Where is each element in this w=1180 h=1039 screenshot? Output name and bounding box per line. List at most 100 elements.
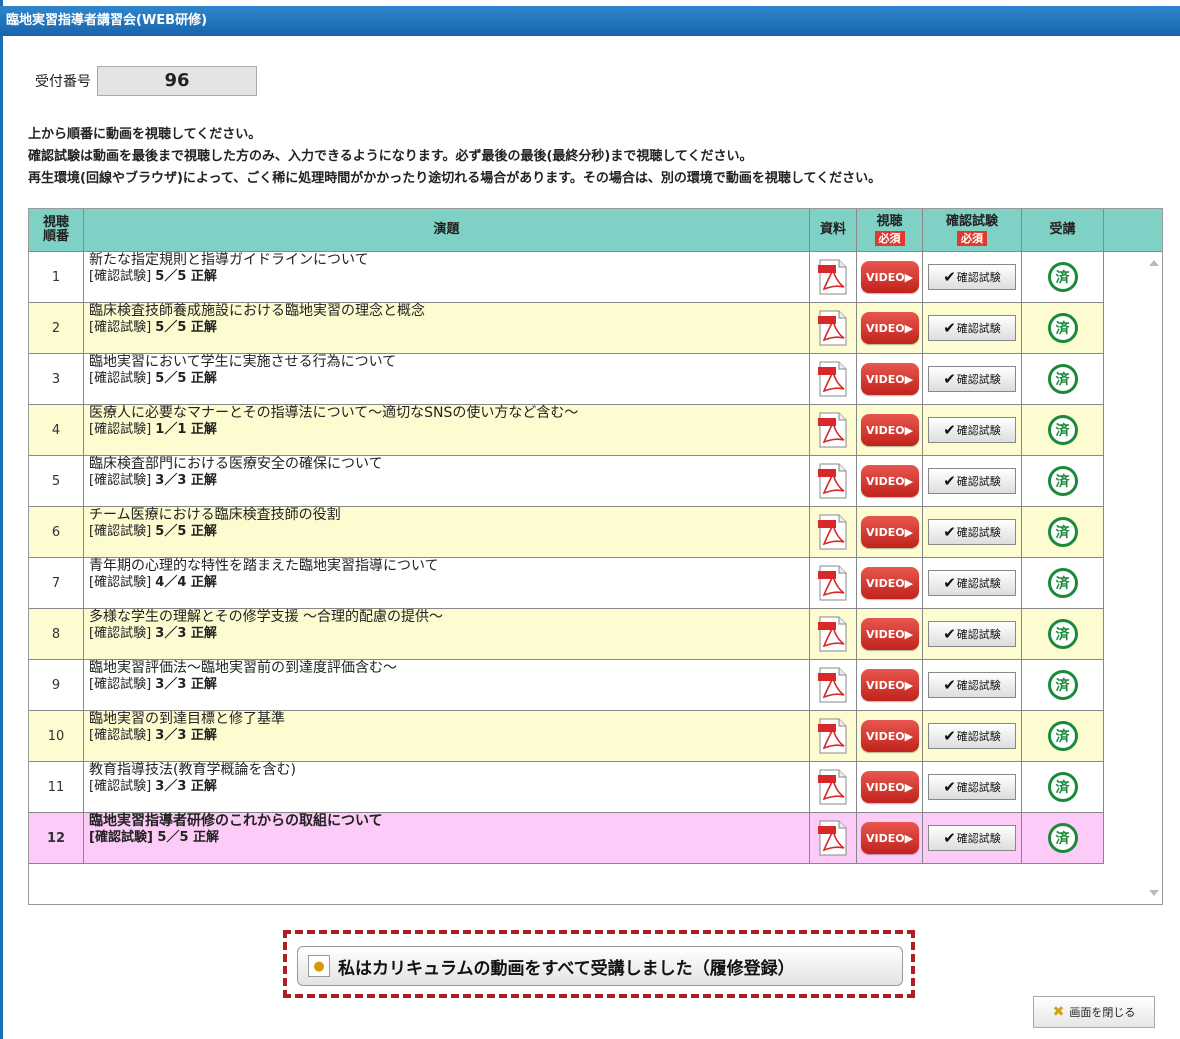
test-button[interactable]: ✔ 確認試験	[928, 672, 1016, 698]
test-button[interactable]: ✔ 確認試験	[928, 366, 1016, 392]
row-title-cell: 臨地実習評価法～臨地実習前の到達度評価含む～ [確認試験] 3／3 正解	[84, 660, 810, 710]
table-row: 11 教育指導技法(教育学概論を含む) [確認試験] 3／3 正解 VIDEO▶ ✔ 確認…	[29, 762, 1104, 813]
pdf-icon[interactable]	[818, 259, 848, 295]
pdf-icon[interactable]	[818, 361, 848, 397]
row-number: 11	[29, 762, 84, 812]
test-button-label: 確認試験	[956, 424, 1001, 437]
test-cell: ✔ 確認試験	[923, 762, 1022, 812]
pdf-icon[interactable]	[818, 310, 848, 346]
test-cell: ✔ 確認試験	[923, 660, 1022, 710]
test-score: 3／3 正解	[155, 626, 217, 641]
attend-cell: 済	[1022, 303, 1104, 353]
table-row: 3 臨地実習において学生に実施させる行為について [確認試験] 5／5 正解 VIDE…	[29, 354, 1104, 405]
header-title: 演題	[84, 209, 810, 251]
video-button[interactable]: VIDEO▶	[860, 516, 919, 548]
test-button[interactable]: ✔ 確認試験	[928, 621, 1016, 647]
window-left-border	[0, 0, 3, 1039]
row-title-cell: 臨床検査技師養成施設における臨地実習の理念と概念 [確認試験] 5／5 正解	[84, 303, 810, 353]
doc-cell	[810, 456, 857, 506]
test-score: 5／5 正解	[155, 320, 217, 335]
pdf-icon[interactable]	[818, 565, 848, 601]
test-button[interactable]: ✔ 確認試験	[928, 570, 1016, 596]
row-number: 5	[29, 456, 84, 506]
test-cell: ✔ 確認試験	[923, 558, 1022, 608]
test-button[interactable]: ✔ 確認試験	[928, 723, 1016, 749]
lecture-title: 臨地実習指導者研修のこれからの取組について	[89, 813, 383, 829]
test-score: 4／4 正解	[155, 575, 217, 590]
close-screen-button[interactable]: ✖ 画面を閉じる	[1033, 996, 1155, 1028]
pdf-icon[interactable]	[818, 769, 848, 805]
row-number: 10	[29, 711, 84, 761]
video-button[interactable]: VIDEO▶	[860, 312, 919, 344]
attend-cell: 済	[1022, 456, 1104, 506]
test-button-label: 確認試験	[956, 577, 1001, 590]
video-button[interactable]: VIDEO▶	[860, 567, 919, 599]
completed-badge: 済	[1047, 772, 1078, 802]
test-button[interactable]: ✔ 確認試験	[928, 417, 1016, 443]
close-icon: ✖	[1052, 1004, 1065, 1020]
table-row: 2 臨床検査技師養成施設における臨地実習の理念と概念 [確認試験] 5／5 正解 VI…	[29, 303, 1104, 354]
test-result: [確認試験] 5／5 正解	[89, 320, 217, 336]
doc-cell	[810, 813, 857, 863]
test-score: 3／3 正解	[155, 677, 217, 692]
video-button[interactable]: VIDEO▶	[860, 669, 919, 701]
lecture-title: 多様な学生の理解とその修学支援 ～合理的配慮の提供～	[89, 609, 444, 625]
test-result-prefix: [確認試験]	[89, 371, 152, 386]
test-button[interactable]: ✔ 確認試験	[928, 774, 1016, 800]
test-result: [確認試験] 5／5 正解	[89, 371, 217, 387]
video-button[interactable]: VIDEO▶	[860, 771, 919, 803]
doc-cell	[810, 609, 857, 659]
pdf-icon[interactable]	[818, 514, 848, 550]
test-result: [確認試験] 3／3 正解	[89, 473, 217, 489]
pdf-icon[interactable]	[818, 667, 848, 703]
video-button[interactable]: VIDEO▶	[860, 822, 919, 854]
video-button[interactable]: VIDEO▶	[860, 720, 919, 752]
table-row: 1 新たな指定規則と指導ガイドラインについて [確認試験] 5／5 正解 VIDEO▶…	[29, 252, 1104, 303]
complete-curriculum-button[interactable]: ● 私はカリキュラムの動画をすべて受講しました（履修登録）	[297, 946, 903, 986]
test-button-label: 確認試験	[956, 373, 1001, 386]
attend-cell: 済	[1022, 354, 1104, 404]
lecture-title: 青年期の心理的な特性を踏まえた臨地実習指導について	[89, 558, 439, 574]
attend-cell: 済	[1022, 507, 1104, 557]
curriculum-table: 視聴 順番 演題 資料 視聴 必須 確認試験 必須 受講 1 新たな指定規則と指導…	[28, 208, 1163, 905]
lecture-title: 臨床検査部門における医療安全の確保について	[89, 456, 383, 472]
check-icon: ✔	[943, 421, 956, 439]
test-button[interactable]: ✔ 確認試験	[928, 519, 1016, 545]
scroll-up-icon[interactable]	[1149, 260, 1159, 266]
table-row: 6 チーム医療における臨床検査技師の役割 [確認試験] 5／5 正解 VIDEO▶ ✔ 確…	[29, 507, 1104, 558]
video-button[interactable]: VIDEO▶	[860, 618, 919, 650]
pdf-icon[interactable]	[818, 463, 848, 499]
test-button-label: 確認試験	[956, 832, 1001, 845]
lecture-title: 臨地実習の到達目標と修了基準	[89, 711, 285, 727]
pdf-icon[interactable]	[818, 820, 848, 856]
video-button[interactable]: VIDEO▶	[860, 261, 919, 293]
video-button[interactable]: VIDEO▶	[860, 363, 919, 395]
table-scrollbar[interactable]	[1145, 252, 1162, 904]
completed-badge: 済	[1047, 568, 1078, 598]
test-button[interactable]: ✔ 確認試験	[928, 264, 1016, 290]
test-button-label: 確認試験	[956, 322, 1001, 335]
scroll-down-icon[interactable]	[1149, 890, 1159, 896]
row-number: 8	[29, 609, 84, 659]
test-result-prefix: [確認試験]	[89, 473, 152, 488]
row-title-cell: 臨地実習指導者研修のこれからの取組について [確認試験] 5／5 正解	[84, 813, 810, 863]
completed-badge: 済	[1047, 670, 1078, 700]
test-button[interactable]: ✔ 確認試験	[928, 468, 1016, 494]
check-icon: ✔	[943, 523, 956, 541]
pdf-icon[interactable]	[818, 412, 848, 448]
test-result: [確認試験] 3／3 正解	[89, 626, 217, 642]
row-number: 6	[29, 507, 84, 557]
lecture-title: 医療人に必要なマナーとその指導法について～適切なSNSの使い方など含む～	[89, 405, 579, 421]
test-button[interactable]: ✔ 確認試験	[928, 315, 1016, 341]
video-cell: VIDEO▶	[857, 609, 923, 659]
pdf-icon[interactable]	[818, 718, 848, 754]
video-button[interactable]: VIDEO▶	[860, 465, 919, 497]
window-title: 臨地実習指導者講習会(WEB研修)	[0, 6, 1180, 36]
test-button[interactable]: ✔ 確認試験	[928, 825, 1016, 851]
pdf-icon[interactable]	[818, 616, 848, 652]
lecture-title: 新たな指定規則と指導ガイドラインについて	[89, 252, 369, 268]
video-cell: VIDEO▶	[857, 813, 923, 863]
video-button[interactable]: VIDEO▶	[860, 414, 919, 446]
receipt-value: 96	[97, 66, 257, 96]
required-badge: 必須	[874, 230, 905, 246]
